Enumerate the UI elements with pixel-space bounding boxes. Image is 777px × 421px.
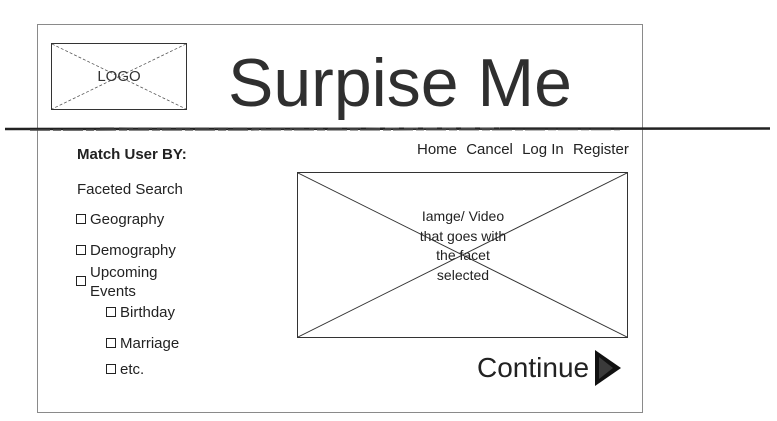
continue-label: Continue: [477, 352, 590, 383]
nav-register-link[interactable]: Register: [573, 141, 629, 158]
facet-label: Geography: [90, 211, 165, 228]
top-nav: Home Cancel Log In Register: [417, 141, 634, 158]
nav-home-link[interactable]: Home: [417, 141, 457, 158]
nav-login-link[interactable]: Log In: [522, 141, 564, 158]
logo-text: LOGO: [97, 68, 141, 85]
facet-geography[interactable]: Geography: [76, 210, 164, 229]
media-placeholder-text: Iamge/ Video that goes with the facet se…: [419, 208, 507, 283]
geography-checkbox[interactable]: [76, 214, 86, 224]
site-title: Surpise Me: [228, 45, 572, 121]
birthday-checkbox[interactable]: [106, 307, 116, 317]
facet-label: Upcoming Events: [90, 264, 158, 300]
facet-marriage[interactable]: Marriage: [106, 334, 179, 353]
match-user-heading: Match User BY:: [77, 146, 187, 163]
marriage-checkbox[interactable]: [106, 338, 116, 348]
upcoming-events-checkbox[interactable]: [76, 276, 86, 286]
play-arrow-icon: [595, 350, 622, 386]
nav-cancel-link[interactable]: Cancel: [466, 141, 513, 158]
logo-placeholder[interactable]: LOGO: [51, 43, 187, 110]
facet-upcoming-events[interactable]: Upcoming Events: [76, 263, 180, 301]
facet-demography[interactable]: Demography: [76, 241, 176, 260]
facet-birthday[interactable]: Birthday: [106, 303, 175, 322]
facet-label: Birthday: [120, 304, 176, 321]
facet-label: Marriage: [120, 335, 180, 352]
continue-button[interactable]: Continue: [477, 349, 623, 387]
demography-checkbox[interactable]: [76, 245, 86, 255]
media-placeholder: Iamge/ Video that goes with the facet se…: [297, 172, 628, 338]
facet-label: Demography: [90, 242, 176, 259]
facet-etc[interactable]: etc.: [106, 360, 144, 379]
faceted-search-label: Faceted Search: [77, 181, 183, 198]
etc-checkbox[interactable]: [106, 364, 116, 374]
header-divider: [4, 127, 771, 131]
facet-label: etc.: [120, 361, 145, 378]
